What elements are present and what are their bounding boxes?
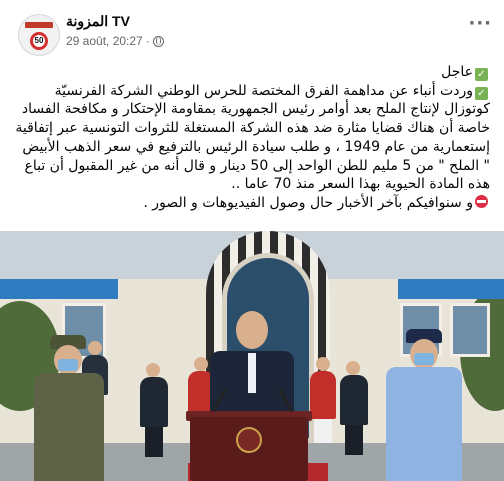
post-line-last: و سنوافيكم بآخر الأخبار حال وصول الفيديو… xyxy=(14,194,490,213)
photo-awning-left xyxy=(0,279,118,299)
photo-podium-emblem-icon xyxy=(236,427,262,453)
post-timestamp[interactable]: 29 août, 20:27 xyxy=(66,33,143,49)
check-emoji-icon: ✓ xyxy=(475,68,488,81)
no-entry-emoji-icon xyxy=(475,194,488,208)
page-avatar[interactable]: 50 xyxy=(18,14,60,56)
meta-separator: · xyxy=(145,34,150,48)
facebook-post: 50 المزونة TV 29 août, 20:27 · ··· ✓عاجل… xyxy=(0,0,504,481)
check-emoji-icon: ✓ xyxy=(475,86,488,100)
page-name-link[interactable]: المزونة TV xyxy=(66,12,130,30)
globe-icon[interactable] xyxy=(152,35,164,47)
speed-sign-icon: 50 xyxy=(30,32,48,50)
post-text: ✓عاجل ✓وردت أنباء عن مداهمة الفرق المختص… xyxy=(14,63,490,213)
post-photo[interactable] xyxy=(0,231,504,481)
avatar-logo-strip xyxy=(25,22,53,28)
photo-window xyxy=(450,303,490,357)
post-meta: 29 août, 20:27 · xyxy=(66,33,164,49)
post-paragraph: ✓وردت أنباء عن مداهمة الفرق المختصة للحر… xyxy=(15,82,490,193)
post-line-urgent: ✓عاجل xyxy=(14,63,490,82)
photo-awning-right xyxy=(398,279,504,299)
more-options-icon[interactable]: ··· xyxy=(468,15,492,33)
